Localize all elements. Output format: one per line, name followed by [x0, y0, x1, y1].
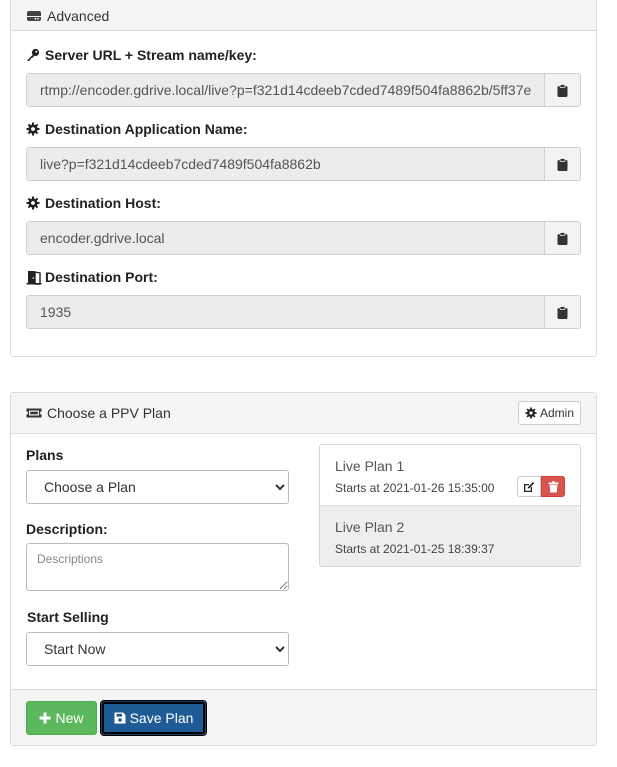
app-name-label: Destination Application Name: [45, 121, 248, 137]
clipboard-icon [557, 305, 568, 319]
clipboard-icon [557, 157, 568, 171]
port-field[interactable] [27, 296, 544, 328]
admin-button[interactable]: Admin [517, 401, 581, 425]
plan-list: Live Plan 1 Starts at 2021-01-26 15:35:0… [319, 444, 581, 567]
save-plan-button[interactable]: Save Plan [100, 700, 207, 736]
app-name-group: Destination Application Name: [26, 120, 581, 181]
ticket-icon [26, 407, 42, 419]
plans-select[interactable]: Choose a Plan [26, 470, 289, 504]
gear-icon [26, 196, 42, 210]
save-icon [114, 712, 126, 724]
trash-icon [548, 480, 558, 492]
copy-port-button[interactable] [544, 296, 580, 328]
server-url-field[interactable] [27, 74, 544, 106]
ppv-header: Choose a PPV Plan Admin [11, 393, 596, 434]
clipboard-icon [557, 231, 568, 245]
plan-name: Live Plan 2 [335, 519, 405, 535]
server-url-group: Server URL + Stream name/key: [26, 46, 581, 107]
new-plan-label: New [55, 710, 84, 726]
plan-date: Starts at 2021-01-25 18:39:37 [335, 542, 495, 556]
plan-name: Live Plan 1 [335, 458, 405, 474]
delete-plan-button[interactable] [541, 476, 565, 497]
start-selling-label: Start Selling [27, 609, 109, 625]
ppv-footer: New Save Plan [11, 689, 596, 745]
plans-label: Plans [26, 447, 64, 463]
host-label: Destination Host: [45, 195, 161, 211]
edit-plan-button[interactable] [517, 476, 541, 497]
copy-host-button[interactable] [544, 222, 580, 254]
new-plan-button[interactable]: New [26, 701, 97, 735]
app-name-field[interactable] [27, 148, 544, 180]
copy-server-url-button[interactable] [544, 74, 580, 106]
server-url-label: Server URL + Stream name/key: [45, 47, 257, 63]
gear-icon [26, 122, 42, 136]
advanced-header: Advanced [11, 0, 596, 31]
start-selling-select[interactable]: Start Now [26, 632, 289, 666]
key-icon [26, 48, 42, 62]
host-field[interactable] [27, 222, 544, 254]
save-plan-label: Save Plan [129, 710, 194, 726]
plan-list-item[interactable]: Live Plan 2 Starts at 2021-01-25 18:39:3… [320, 506, 580, 566]
plan-list-item[interactable]: Live Plan 1 Starts at 2021-01-26 15:35:0… [320, 445, 580, 506]
ppv-plan-panel: Choose a PPV Plan Admin Plans Choose a P… [10, 392, 597, 746]
port-group: Destination Port: [26, 268, 581, 329]
description-textarea[interactable] [26, 543, 289, 591]
clipboard-icon [557, 83, 568, 97]
advanced-panel: Advanced Server URL + Stream name/key: D… [10, 0, 597, 357]
server-icon [26, 10, 42, 22]
description-label: Description: [26, 521, 108, 537]
plus-icon [39, 712, 51, 724]
admin-label: Admin [539, 406, 574, 420]
advanced-title: Advanced [47, 7, 110, 24]
copy-app-name-button[interactable] [544, 148, 580, 180]
gear-icon [525, 407, 537, 419]
door-icon [26, 270, 42, 285]
edit-icon [524, 481, 535, 492]
ppv-title: Choose a PPV Plan [47, 405, 171, 421]
host-group: Destination Host: [26, 194, 581, 255]
port-label: Destination Port: [45, 269, 158, 285]
